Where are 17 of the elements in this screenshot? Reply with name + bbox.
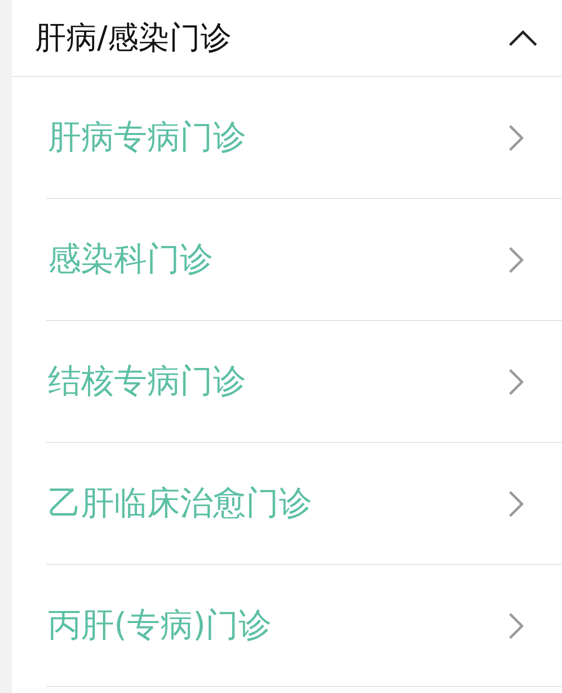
chevron-right-icon: [508, 612, 524, 640]
chevron-right-icon: [508, 368, 524, 396]
clinic-name: 丙肝(专病)门诊: [47, 604, 272, 646]
clinic-list-item[interactable]: 结核专病门诊: [46, 321, 562, 443]
clinic-list-item[interactable]: 丙肝(专病)门诊: [46, 565, 562, 687]
chevron-right-icon: [508, 124, 524, 152]
section-header[interactable]: 肝病/感染门诊: [12, 0, 562, 77]
chevron-right-icon: [508, 490, 524, 518]
clinic-list-item[interactable]: 乙肝临床治愈门诊: [46, 443, 562, 565]
clinic-list-item[interactable]: 感染科门诊: [46, 199, 562, 321]
clinic-name: 乙肝临床治愈门诊: [47, 482, 312, 524]
clinic-name: 感染科门诊: [47, 238, 213, 280]
clinic-name: 结核专病门诊: [47, 360, 246, 402]
section-title: 肝病/感染门诊: [35, 19, 232, 58]
clinic-list-item[interactable]: 肝病专病门诊: [46, 77, 562, 199]
clinic-name: 肝病专病门诊: [47, 116, 246, 158]
chevron-right-icon: [508, 246, 524, 274]
